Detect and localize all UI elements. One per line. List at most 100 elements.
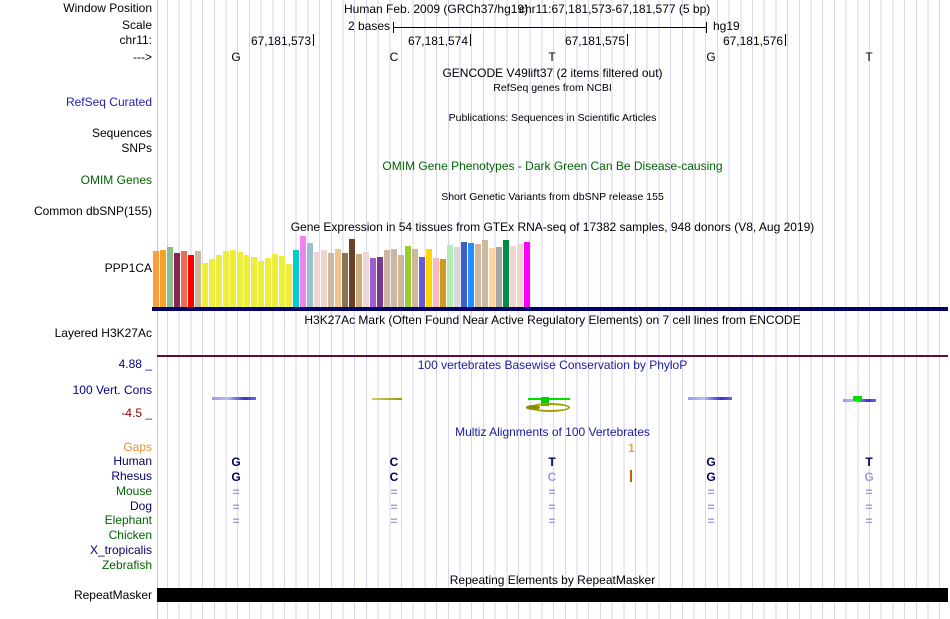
track-label-chicken[interactable]: Chicken <box>0 529 152 542</box>
track-label-ppp1ca[interactable]: PPP1CA <box>0 262 152 275</box>
gtex-expression-bar <box>307 243 313 307</box>
repeatmasker-element-bar[interactable] <box>157 588 948 602</box>
track-label-repeatmasker[interactable]: RepeatMasker <box>0 589 152 602</box>
track-title-multiz-alignments-of-100-verte[interactable]: Multiz Alignments of 100 Vertebrates <box>157 426 948 439</box>
gtex-expression-bar <box>377 257 383 307</box>
ruler-coordinate-label: 67,181,576 <box>722 34 783 48</box>
ruler-coordinate-label: 67,181,573 <box>250 34 311 48</box>
ruler-coordinate-label: 67,181,574 <box>407 34 468 48</box>
multiz-cell-dog: = <box>390 500 398 514</box>
multiz-cell-mouse: = <box>232 485 240 499</box>
phylop-positive-mark <box>688 397 732 400</box>
reference-base-letter: G <box>706 50 716 64</box>
multiz-insertion-bar <box>630 470 632 482</box>
track-label-rhesus[interactable]: Rhesus <box>0 470 152 483</box>
gtex-expression-bar <box>384 250 390 307</box>
gtex-expression-bar <box>279 256 285 307</box>
reference-base-letter: T <box>865 50 873 64</box>
track-label-gaps[interactable]: Gaps <box>0 441 152 454</box>
phylop-green-peak <box>853 396 862 401</box>
gtex-expression-bar <box>216 255 222 307</box>
gtex-expression-bar <box>412 249 418 307</box>
track-label-4-5: -4.5 _ <box>121 406 152 420</box>
genome-browser-image: Human Feb. 2009 (GRCh37/hg19) chr11: 67,1… <box>0 0 950 619</box>
conservation-track-top-line <box>157 355 948 357</box>
gtex-expression-bar <box>321 250 327 307</box>
gtex-expression-bar <box>202 263 208 307</box>
multiz-cell-dog: = <box>548 500 556 514</box>
track-title-short-genetic-variants-from-db[interactable]: Short Genetic Variants from dbSNP releas… <box>157 191 948 204</box>
track-label-x-tropicalis[interactable]: X_tropicalis <box>0 544 152 557</box>
track-title-publications-sequences-in-scie[interactable]: Publications: Sequences in Scientific Ar… <box>157 112 948 125</box>
track-title-refseq-genes-from-ncbi[interactable]: RefSeq genes from NCBI <box>157 82 948 95</box>
gtex-expression-bar <box>195 251 201 307</box>
track-label-snps[interactable]: SNPs <box>0 142 152 155</box>
gtex-expression-bar <box>524 242 530 307</box>
track-title-gene-expression-in-54-tissues-[interactable]: Gene Expression in 54 tissues from GTEx … <box>157 221 948 234</box>
track-label-common-dbsnp-155[interactable]: Common dbSNP(155) <box>0 205 152 218</box>
gtex-expression-bar <box>272 254 278 307</box>
phylop-negative-mark <box>372 398 402 400</box>
track-label-zebrafish[interactable]: Zebrafish <box>0 559 152 572</box>
gtex-expression-bar <box>468 243 474 307</box>
gtex-expression-bar <box>447 245 453 307</box>
gtex-expression-bar <box>188 255 194 307</box>
gtex-expression-bar <box>258 261 264 307</box>
track-title-100-vertebrates-basewise-conse[interactable]: 100 vertebrates Basewise Conservation by… <box>157 359 948 372</box>
multiz-cell-human: G <box>231 455 241 469</box>
track-label-omim-genes[interactable]: OMIM Genes <box>0 174 152 187</box>
assembly-title: Human Feb. 2009 (GRCh37/hg19) <box>344 2 529 16</box>
multiz-cell-rhesus: G <box>864 470 874 484</box>
multiz-cell-human: C <box>389 455 399 469</box>
gtex-expression-bar <box>475 244 481 307</box>
gtex-expression-bar <box>251 257 257 307</box>
track-title-repeating-elements-by-repeatma[interactable]: Repeating Elements by RepeatMasker <box>157 574 948 587</box>
phylop-green-line <box>528 398 570 400</box>
gtex-expression-bar <box>419 257 425 307</box>
gtex-expression-bar <box>181 251 187 307</box>
track-label-chr11: chr11: <box>119 33 152 47</box>
gtex-expression-bar <box>454 247 460 307</box>
track-label-refseq-curated[interactable]: RefSeq Curated <box>0 96 152 109</box>
reference-base-letter: C <box>389 50 399 64</box>
gtex-expression-bar <box>517 244 523 307</box>
gtex-expression-bar <box>160 250 166 307</box>
track-label-elephant[interactable]: Elephant <box>0 514 152 527</box>
multiz-cell-dog: = <box>232 500 240 514</box>
gtex-expression-bar <box>174 253 180 307</box>
multiz-cell-rhesus: C <box>389 470 399 484</box>
track-title-gencode-v49lift37-2-items-filt[interactable]: GENCODE V49lift37 (2 items filtered out) <box>157 67 948 80</box>
gtex-expression-bar <box>363 252 369 307</box>
gtex-expression-bar <box>391 249 397 307</box>
gtex-expression-bar <box>489 248 495 307</box>
gtex-expression-bar <box>237 252 243 307</box>
gtex-expression-bar <box>244 255 250 307</box>
track-label-human[interactable]: Human <box>0 455 152 468</box>
track-label-mouse[interactable]: Mouse <box>0 485 152 498</box>
gtex-expression-bar <box>335 249 341 307</box>
multiz-cell-elephant: = <box>232 514 240 528</box>
gtex-expression-bar <box>265 258 271 307</box>
track-title-omim-gene-phenotypes-dark-gree[interactable]: OMIM Gene Phenotypes - Dark Green Can Be… <box>157 160 948 173</box>
multiz-cell-rhesus: C <box>547 470 557 484</box>
gtex-expression-bar <box>405 246 411 307</box>
track-label-layered-h3k27ac[interactable]: Layered H3K27Ac <box>0 327 152 340</box>
gtex-expression-bar <box>356 254 362 307</box>
reference-base-letter: G <box>231 50 241 64</box>
multiz-cell-elephant: = <box>865 514 873 528</box>
gtex-expression-bar <box>342 253 348 307</box>
ruler-coordinate-tick <box>470 34 471 46</box>
multiz-cell-elephant: = <box>390 514 398 528</box>
track-label-scale: Scale <box>121 18 152 32</box>
track-title-h3k27ac-mark-often-found-near-[interactable]: H3K27Ac Mark (Often Found Near Active Re… <box>157 314 948 327</box>
track-label-: ---> <box>133 50 152 64</box>
scale-value: 2 bases <box>347 19 390 33</box>
track-label-sequences[interactable]: Sequences <box>0 127 152 140</box>
multiz-cell-mouse: = <box>707 485 715 499</box>
track-label-100-vert-cons[interactable]: 100 Vert. Cons <box>0 384 152 397</box>
gtex-expression-bar <box>349 239 355 307</box>
gtex-expression-bar <box>482 240 488 307</box>
multiz-cell-mouse: = <box>390 485 398 499</box>
multiz-cell-elephant: = <box>707 514 715 528</box>
track-label-dog[interactable]: Dog <box>0 500 152 513</box>
